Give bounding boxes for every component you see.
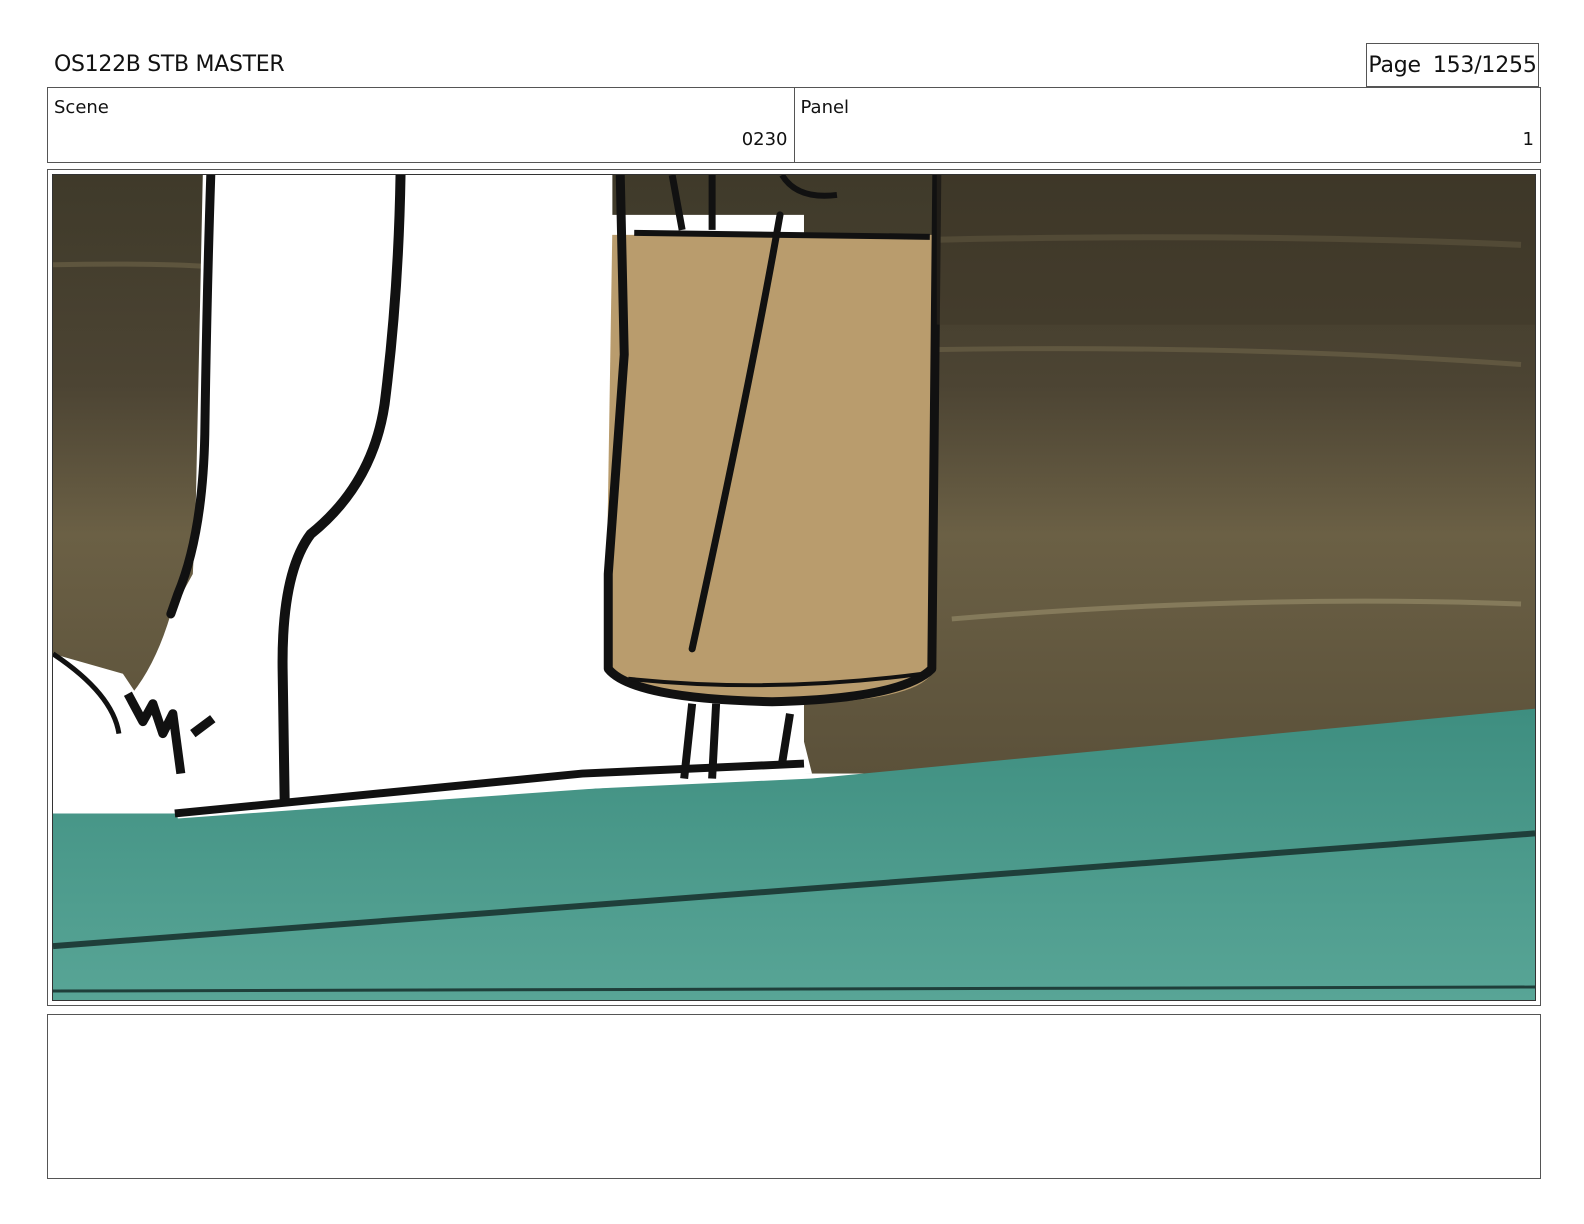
scene-panel-row: Scene 0230 Panel 1 bbox=[47, 87, 1541, 163]
page-number: 153/1255 bbox=[1432, 52, 1537, 78]
notes-area bbox=[47, 1014, 1541, 1179]
scene-label: Scene bbox=[54, 97, 109, 118]
wall-shadow bbox=[936, 175, 1535, 325]
bag-top bbox=[634, 229, 930, 240]
wall-highlight bbox=[53, 261, 213, 270]
storyboard-image bbox=[52, 174, 1536, 1001]
panel-cell: Panel 1 bbox=[793, 88, 1541, 162]
page-indicator: Page 153/1255 bbox=[1366, 43, 1539, 87]
document-title: OS122B STB MASTER bbox=[54, 52, 285, 77]
storyboard-drawing bbox=[53, 175, 1535, 1000]
scene-cell: Scene 0230 bbox=[48, 88, 794, 162]
scene-value: 0230 bbox=[741, 129, 788, 150]
storyboard-frame bbox=[47, 169, 1541, 1006]
panel-label: Panel bbox=[800, 97, 850, 118]
page-label: Page bbox=[1368, 52, 1421, 78]
bag bbox=[605, 234, 937, 704]
panel-value: 1 bbox=[1522, 129, 1534, 150]
